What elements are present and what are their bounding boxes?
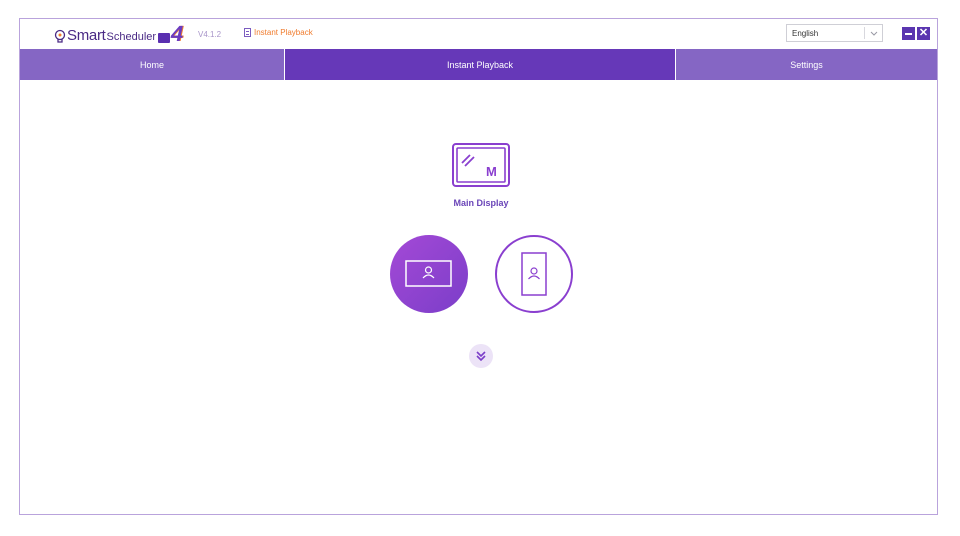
tab-home[interactable]: Home — [20, 49, 285, 80]
logo-text-scheduler: Scheduler — [106, 31, 157, 43]
landscape-screen-icon — [405, 260, 452, 287]
close-icon: ✕ — [918, 27, 929, 39]
app-logo: Smart Scheduler 4 — [54, 21, 187, 46]
close-button[interactable]: ✕ — [917, 27, 930, 40]
portrait-screen-icon — [521, 252, 547, 296]
landscape-orientation-button[interactable] — [390, 235, 468, 313]
chevron-down-icon[interactable] — [864, 27, 882, 39]
logo-version-mark: 4 — [168, 21, 187, 46]
language-selected-value: English — [792, 28, 819, 38]
portrait-orientation-button[interactable] — [495, 235, 573, 313]
breadcrumb: Instant Playback — [244, 28, 313, 37]
minimize-icon — [905, 32, 912, 35]
language-select[interactable]: English — [786, 24, 883, 42]
app-window: Smart Scheduler 4 V4.1.2 Instant Playbac… — [19, 18, 938, 515]
tab-instant-playback-label: Instant Playback — [446, 59, 514, 70]
expand-more-button[interactable] — [469, 344, 493, 368]
main-display-icon[interactable]: M — [452, 143, 510, 187]
minimize-button[interactable] — [902, 27, 915, 40]
main-display-label: Main Display — [453, 198, 509, 208]
tab-settings-label: Settings — [790, 59, 823, 70]
title-bar: Smart Scheduler 4 V4.1.2 Instant Playbac… — [20, 19, 937, 49]
tab-home-label: Home — [139, 59, 164, 70]
document-icon — [244, 28, 251, 37]
tab-settings[interactable]: Settings — [676, 49, 937, 80]
tab-instant-playback[interactable]: Instant Playback — [285, 49, 676, 80]
version-label: V4.1.2 — [198, 30, 222, 39]
double-chevron-down-icon — [476, 351, 486, 362]
display-badge: M — [486, 164, 497, 179]
logo-text-smart: Smart — [67, 27, 106, 44]
main-nav: Home Instant Playback Settings — [20, 49, 937, 80]
lightbulb-icon — [54, 29, 66, 45]
breadcrumb-label: Instant Playback — [254, 28, 313, 37]
